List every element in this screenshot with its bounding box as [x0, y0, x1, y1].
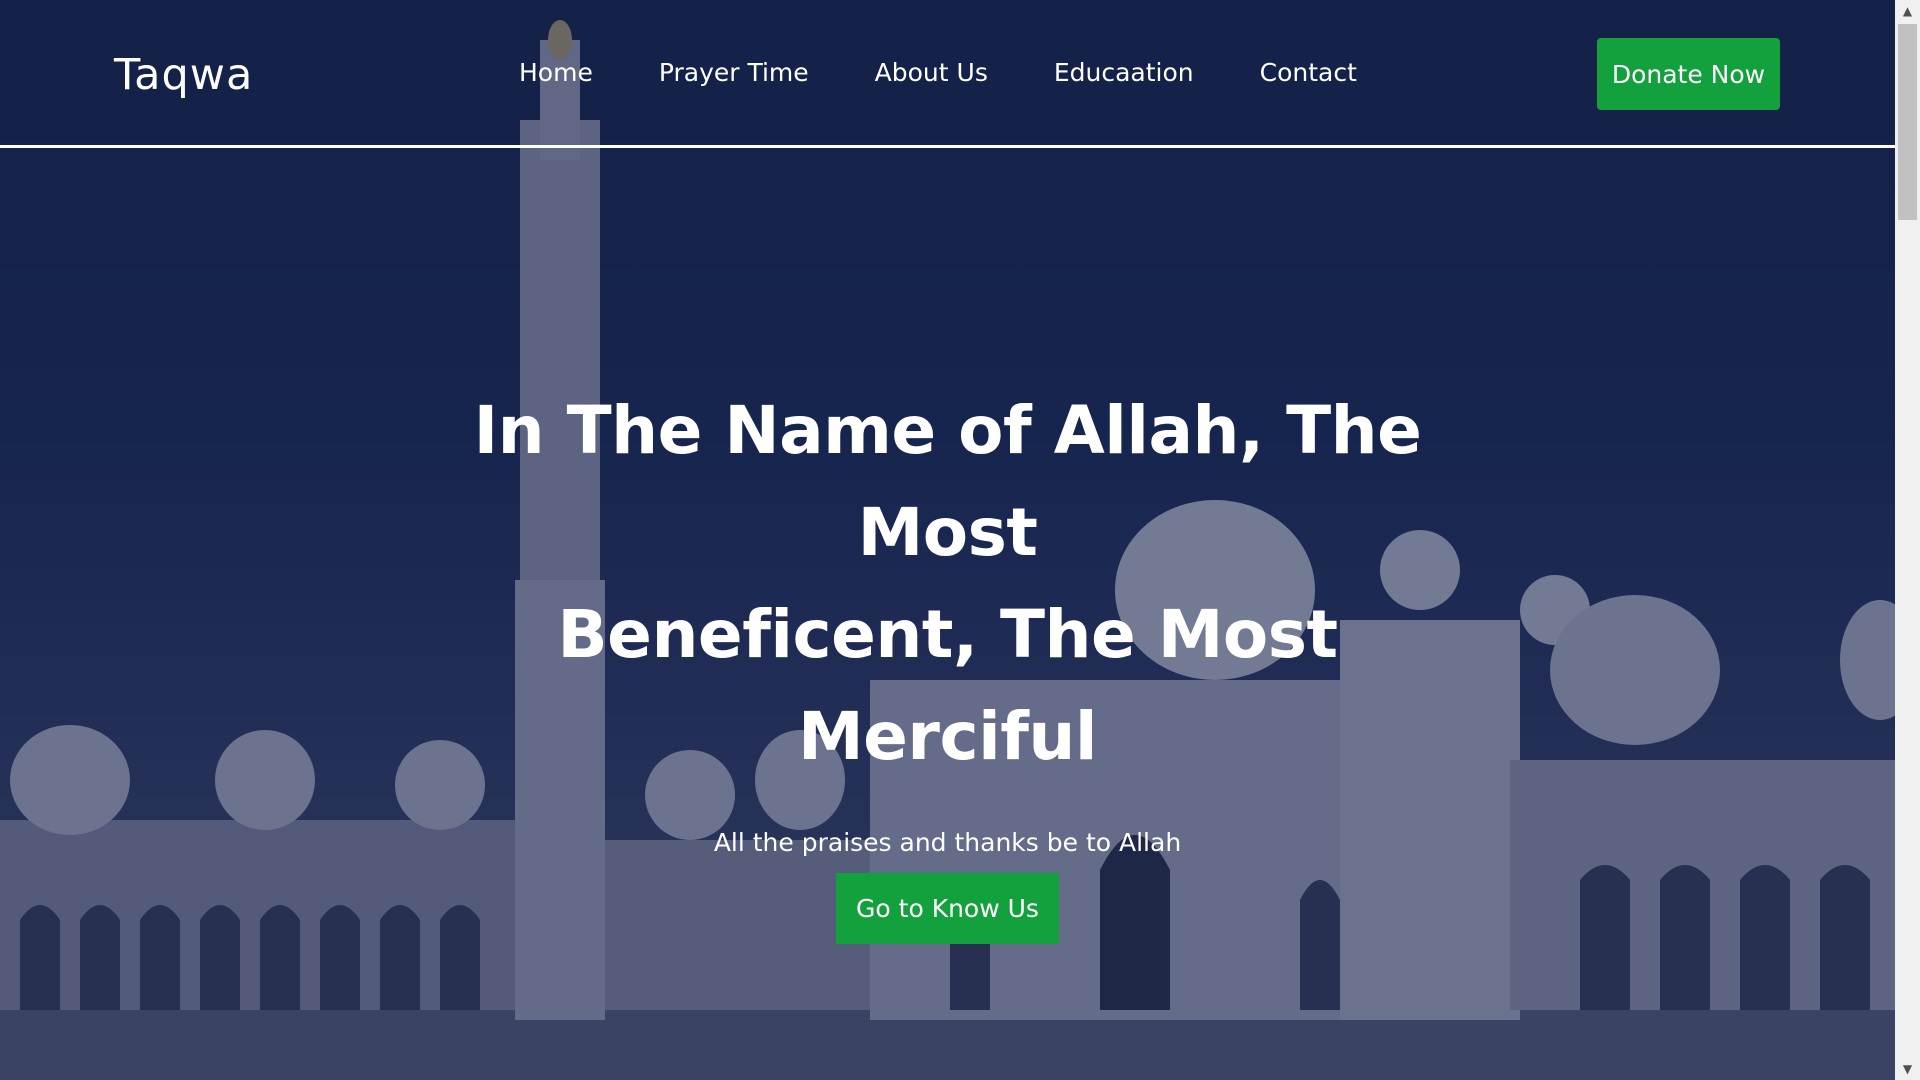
- nav-link-contact[interactable]: Contact: [1260, 58, 1357, 87]
- page: Taqwa Home Prayer Time About Us Educaati…: [0, 0, 1920, 1080]
- navbar: Taqwa Home Prayer Time About Us Educaati…: [0, 0, 1895, 148]
- nav-link-home[interactable]: Home: [519, 58, 593, 87]
- scrollbar-thumb[interactable]: [1898, 24, 1917, 220]
- triangle-up-icon[interactable]: ▲: [1895, 0, 1920, 22]
- donate-now-button[interactable]: Donate Now: [1597, 38, 1780, 110]
- go-to-know-us-button[interactable]: Go to Know Us: [836, 873, 1059, 944]
- hero-section: In The Name of Allah, The Most Beneficen…: [0, 380, 1895, 944]
- nav-link-education[interactable]: Educaation: [1054, 58, 1194, 87]
- nav-link-prayer-time[interactable]: Prayer Time: [659, 58, 809, 87]
- hero-subtitle: All the praises and thanks be to Allah: [713, 828, 1182, 857]
- nav-link-about-us[interactable]: About Us: [875, 58, 988, 87]
- hero-title: In The Name of Allah, The Most Beneficen…: [398, 380, 1498, 788]
- hero-title-line-2: Beneficent, The Most Merciful: [557, 596, 1338, 775]
- nav-links: Home Prayer Time About Us Educaation Con…: [519, 58, 1423, 87]
- triangle-down-icon[interactable]: ▼: [1895, 1058, 1920, 1080]
- brand-logo[interactable]: Taqwa: [114, 50, 253, 100]
- hero-title-line-1: In The Name of Allah, The Most: [473, 392, 1422, 571]
- vertical-scrollbar[interactable]: ▲ ▼: [1895, 0, 1920, 1080]
